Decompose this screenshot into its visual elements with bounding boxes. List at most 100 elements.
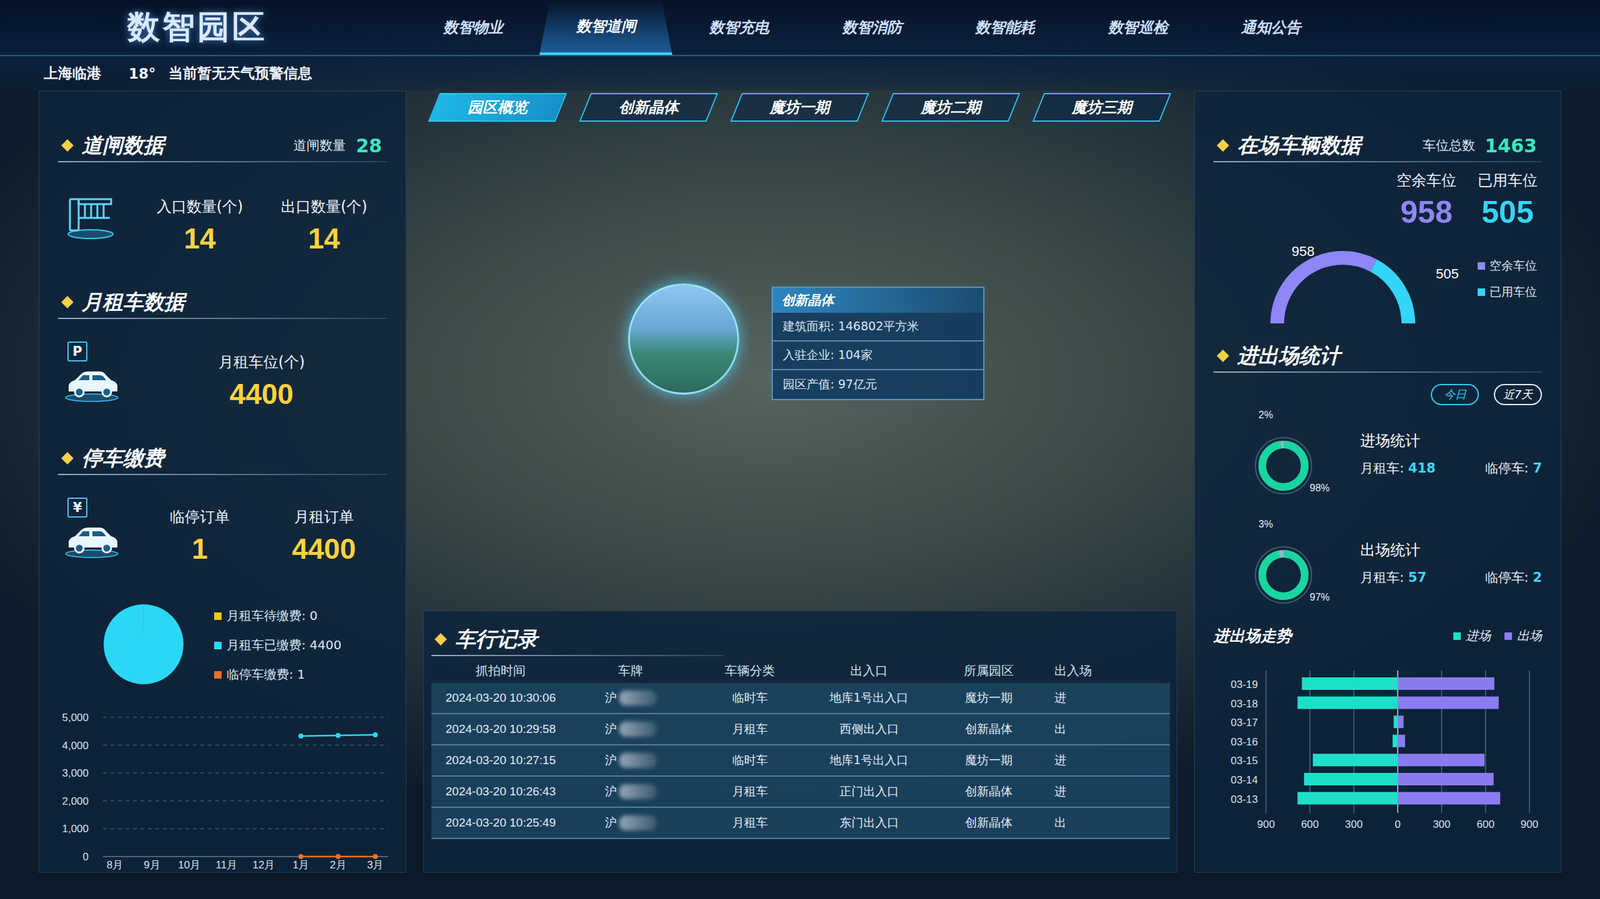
svg-text:2,000: 2,000 (61, 795, 89, 808)
sub-tab[interactable]: 魔坊一期 (736, 93, 864, 122)
cell-text: 创新晶体 (965, 783, 1013, 800)
plate-blur (619, 815, 657, 831)
date-label: 03-18 (1231, 697, 1258, 710)
bar (1297, 792, 1398, 805)
bar (1301, 677, 1398, 690)
payment-car-icon: ¥ (63, 497, 120, 559)
stat-value: 505 (1473, 194, 1542, 230)
flow-title: 出场统计 (1360, 539, 1542, 561)
nav-item[interactable]: 通知公告 (1204, 0, 1338, 55)
stat-group: 入口数量(个)14出口数量(个)14 (143, 168, 381, 256)
main-nav: 数智物业数智道闸数智充电数智消防数智能耗数智巡检通知公告 (406, 0, 1338, 55)
data-point (372, 732, 378, 738)
nav-item[interactable]: 数智巡检 (1071, 0, 1205, 55)
sub-tab[interactable]: 魔坊二期 (887, 93, 1015, 122)
svg-text:300: 300 (1432, 818, 1451, 831)
cell-text: 创新晶体 (965, 814, 1013, 831)
cell-text: 西侧出入口 (839, 721, 899, 738)
flow-stat: 2%98%进场统计月租车: 418临停车: 7 (1213, 406, 1542, 516)
x-tick: 900 (1520, 670, 1539, 831)
table-cell: 沪 (569, 745, 692, 776)
monthly-count: 月租车: 57 (1360, 568, 1427, 587)
stat: 临停订单1 (143, 506, 256, 567)
section-header: 道闸数据道闸数量28 (58, 129, 388, 163)
top-bar: 数智园区数智物业数智道闸数智充电数智消防数智能耗数智巡检通知公告 (0, 0, 1600, 57)
sub-tab[interactable]: 魔坊三期 (1038, 93, 1166, 122)
x-tick: 2月 (329, 858, 346, 871)
map[interactable]: 创新晶体建筑面积: 146802平方米入驻企业: 104家园区产值: 97亿元 (423, 121, 1178, 611)
plate-blur (619, 690, 657, 706)
stat: 空余车位958 (1392, 169, 1461, 233)
range-button[interactable]: 今日 (1430, 383, 1479, 406)
column-header: 抓拍时间 (431, 657, 570, 683)
cell-text: 2024-03-20 10:29:58 (445, 722, 556, 737)
date-label: 03-13 (1231, 793, 1258, 806)
y-tick: 4,000 (61, 739, 389, 752)
column-header: 出入场 (1048, 657, 1170, 683)
stat-value: 14 (143, 220, 256, 256)
data-point (335, 853, 341, 859)
cell-text: 沪 (604, 752, 617, 769)
table-cell: 西侧出入口 (808, 714, 930, 745)
cell-text: 2024-03-20 10:30:06 (445, 691, 556, 705)
parking-total: 车位总数1463 (1422, 134, 1543, 157)
table-cell: 创新晶体 (929, 776, 1049, 807)
column-header: 所属园区 (929, 657, 1049, 683)
table-row[interactable]: 2024-03-20 10:29:58沪月租车西侧出入口创新晶体出 (431, 714, 1170, 746)
legend-item: 月租车待缴费: 0 (214, 601, 342, 631)
sub-tab[interactable]: 园区概览 (433, 93, 562, 122)
svg-text:600: 600 (1300, 818, 1319, 831)
nav-item[interactable]: 数智物业 (406, 0, 540, 55)
date-label: 03-17 (1231, 716, 1258, 729)
y-tick: 5,000 (61, 711, 389, 724)
nav-item[interactable]: 数智消防 (805, 0, 939, 55)
legend-swatch (1504, 632, 1512, 640)
table-row[interactable]: 2024-03-20 10:26:43沪月租车正门出入口创新晶体进 (431, 776, 1170, 808)
vehicle-records: 车行记录抓拍时间车牌车辆分类出入口所属园区出入场2024-03-20 10:30… (423, 610, 1178, 873)
plate-blur (619, 784, 657, 800)
pie-chart (58, 587, 215, 700)
bar (1397, 734, 1406, 748)
gauge-label: 505 (1435, 265, 1459, 282)
legend-label: 月租车已缴费: 4400 (226, 636, 342, 654)
flow-info: 出场统计月租车: 57临停车: 2 (1360, 515, 1542, 625)
column-header: 车辆分类 (691, 657, 809, 683)
bar-series (1397, 677, 1501, 805)
car-icon (63, 365, 120, 403)
legend-swatch (214, 641, 222, 650)
section-header: 进出场统计 (1213, 340, 1542, 373)
stat-label: 空余车位 (1392, 169, 1461, 192)
nav-item[interactable]: 数智充电 (672, 0, 806, 55)
flow-title: 进场统计 (1360, 430, 1542, 452)
stat-group: 月租车位(个)4400 (143, 325, 318, 412)
section-header: 月租车数据 (58, 286, 388, 320)
section-title: 道闸数据 (81, 131, 165, 160)
nav-item[interactable]: 数智道闸 (539, 0, 673, 55)
stat: 已用车位505 (1473, 169, 1542, 233)
x-tick: 1月 (292, 858, 310, 871)
stat: 月租订单4400 (267, 506, 381, 567)
svg-text:2%: 2% (1258, 409, 1273, 421)
range-button[interactable]: 近7天 (1493, 383, 1542, 406)
x-tick: 300 (1344, 670, 1363, 831)
gate-count-label: 道闸数量 (293, 136, 346, 155)
building-photo[interactable] (628, 283, 740, 395)
data-point (298, 853, 304, 859)
x-tick: 8月 (106, 858, 123, 871)
temperature: 18° (128, 65, 157, 82)
trend-header: 进出场走势进场出场 (1213, 624, 1542, 647)
legend-item: 月租车已缴费: 4400 (214, 630, 342, 660)
sub-tab[interactable]: 创新晶体 (584, 93, 713, 122)
cell-text: 出 (1054, 814, 1067, 831)
plate-blur (619, 752, 657, 768)
legend-item: 进场 (1453, 627, 1491, 645)
bar (1304, 772, 1398, 786)
payment-pie: 月租车待缴费: 0 月租车已缴费: 4400 临停车缴费: 1 (58, 587, 388, 700)
legend-label: 临停车缴费: 1 (226, 666, 306, 683)
date-label: 03-15 (1231, 754, 1258, 767)
cell-text: 正门出入口 (839, 783, 899, 800)
table-row[interactable]: 2024-03-20 10:27:15沪临时车地库1号出入口魔坊一期进 (431, 745, 1170, 777)
nav-item[interactable]: 数智能耗 (938, 0, 1072, 55)
table-row[interactable]: 2024-03-20 10:25:49沪月租车东门出入口创新晶体出 (431, 807, 1170, 840)
table-row[interactable]: 2024-03-20 10:30:06沪临时车地库1号出入口魔坊一期进 (431, 682, 1170, 715)
